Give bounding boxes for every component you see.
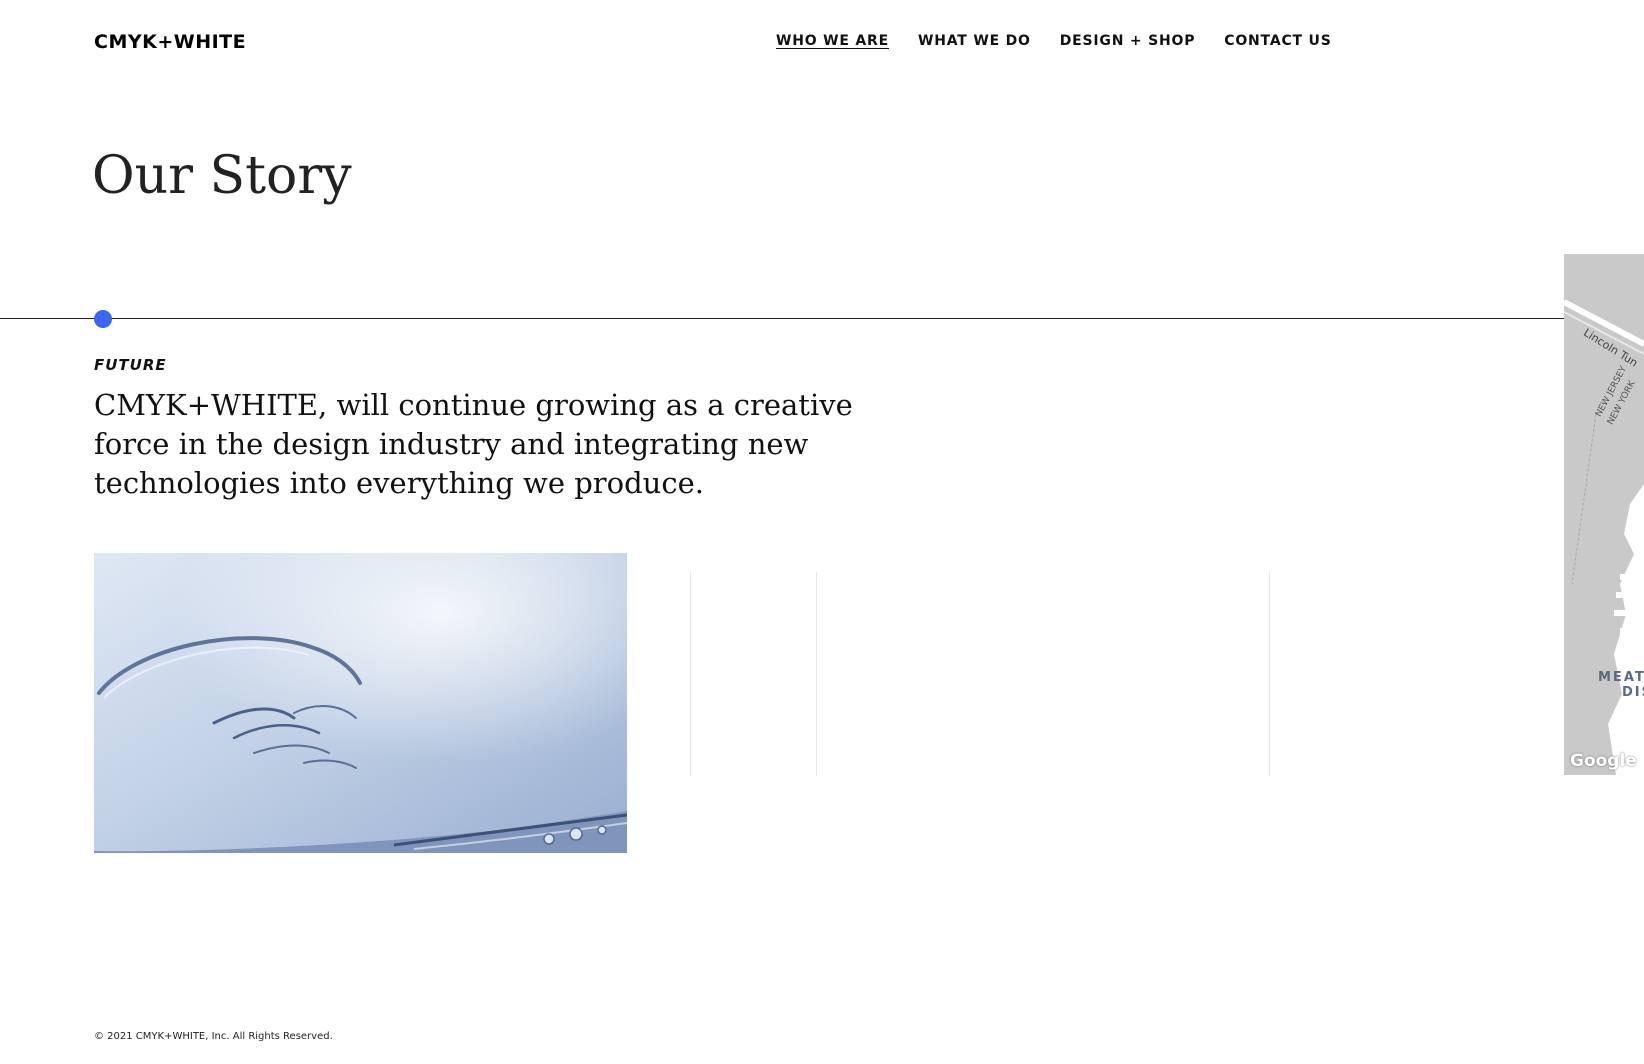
column-divider [816, 572, 817, 776]
google-logo[interactable]: Google [1570, 751, 1637, 771]
map-district-line-1: MEAT [1598, 670, 1644, 685]
map-district-line-2: DIS [1622, 685, 1644, 700]
main-nav: WHO WE ARE WHAT WE DO DESIGN + SHOP CONT… [776, 33, 1332, 49]
location-map[interactable]: Lincoln Tun NEW JERSEY NEW YORK MEAT DIS… [1564, 254, 1644, 775]
footer-copyright: © 2021 CMYK+WHITE, Inc. All Rights Reser… [94, 1031, 333, 1042]
water-ripple-image [94, 553, 627, 853]
nav-design-shop[interactable]: DESIGN + SHOP [1060, 33, 1196, 49]
nav-contact-us[interactable]: CONTACT US [1224, 33, 1331, 49]
column-divider [690, 572, 691, 776]
brand-logo[interactable]: CMYK+WHITE [94, 31, 246, 53]
era-description: CMYK+WHITE, will continue growing as a c… [94, 388, 853, 500]
nav-who-we-are[interactable]: WHO WE ARE [776, 33, 889, 49]
column-divider [1269, 572, 1270, 776]
timeline-dot[interactable] [94, 310, 112, 328]
page-title: Our Story [92, 146, 352, 206]
era-label: FUTURE [94, 356, 167, 374]
map-district-label: MEAT DIS [1598, 670, 1644, 700]
timeline-line [0, 318, 1564, 319]
nav-what-we-do[interactable]: WHAT WE DO [918, 33, 1031, 49]
